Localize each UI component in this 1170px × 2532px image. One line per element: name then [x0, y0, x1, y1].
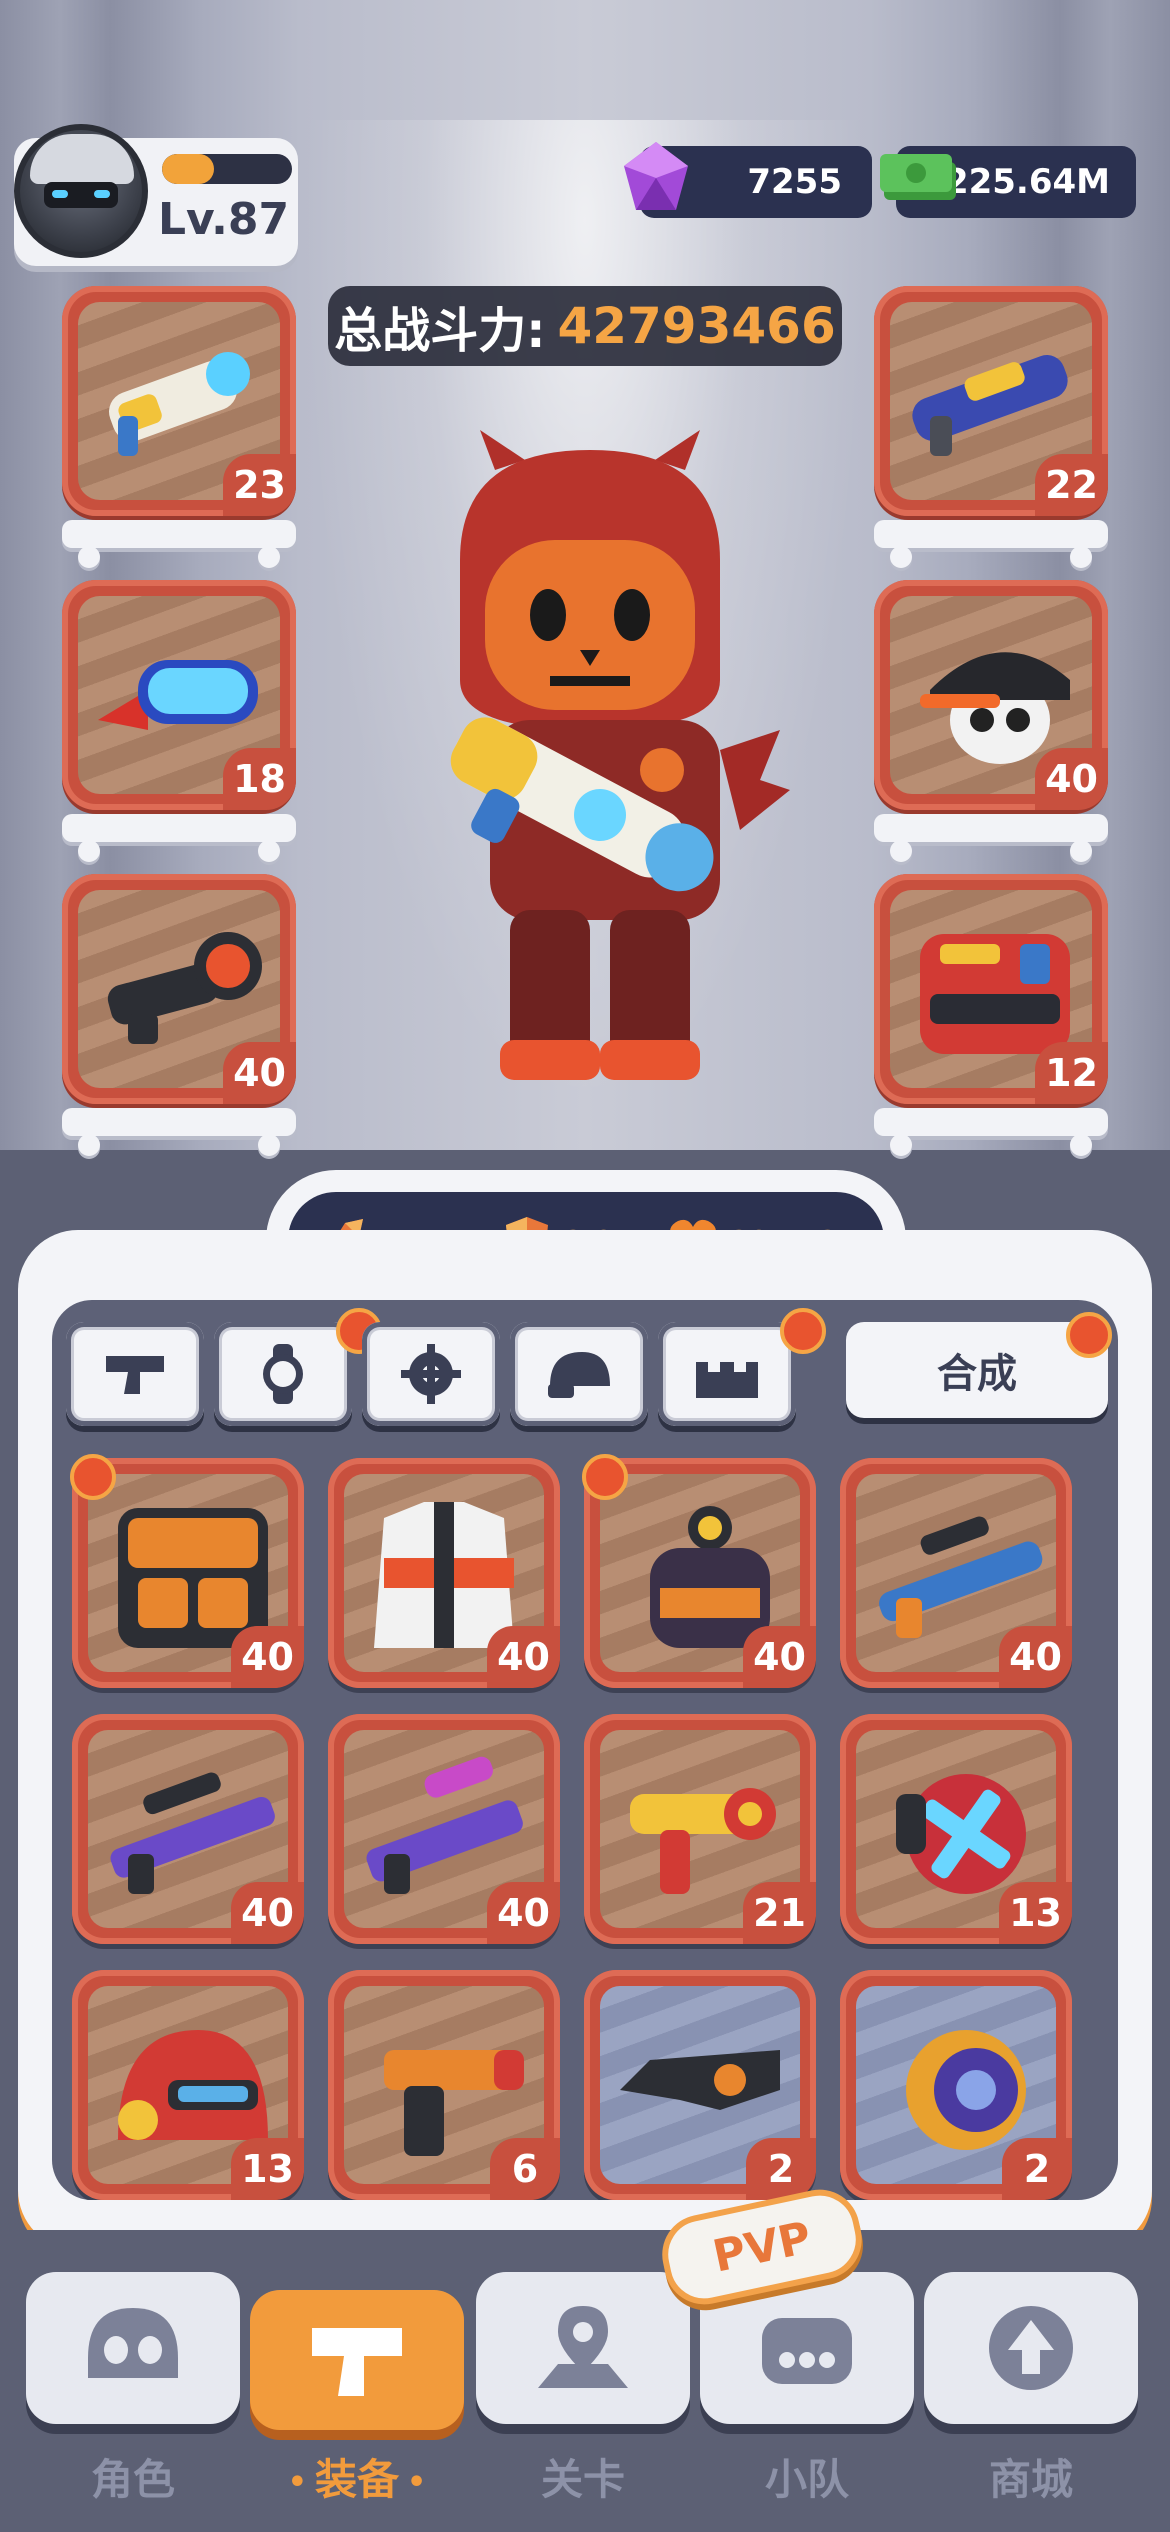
- equip-slot-launcher[interactable]: 22: [874, 286, 1108, 516]
- slot-level: 12: [1035, 1042, 1108, 1104]
- item-level: 40: [999, 1626, 1072, 1688]
- watch-icon: [263, 1344, 303, 1404]
- gem-icon: [624, 142, 688, 210]
- shelf: [62, 520, 296, 568]
- cash-counter[interactable]: 225.64M: [880, 146, 1136, 218]
- shop-icon: [989, 2306, 1073, 2390]
- tab-helmets[interactable]: [510, 1322, 648, 1426]
- item-level: 13: [999, 1882, 1072, 1944]
- notification-dot: [1066, 1312, 1112, 1358]
- character-model[interactable]: [400, 430, 800, 1090]
- map-pin-icon: [538, 2306, 628, 2388]
- item-level: 13: [231, 2138, 304, 2200]
- inventory-item[interactable]: 40: [72, 1714, 304, 1944]
- inventory-item[interactable]: 40: [328, 1714, 560, 1944]
- item-level: 6: [490, 2138, 560, 2200]
- tab-accessories[interactable]: [214, 1322, 352, 1426]
- equip-slot-helmet[interactable]: 12: [874, 874, 1108, 1104]
- gun-icon: [106, 1356, 164, 1394]
- xp-fill: [162, 154, 214, 184]
- inventory-inner: 合成 40 40 40 40 40 40 21 13 13 6 2 2: [52, 1300, 1118, 2200]
- player-card[interactable]: Lv.87: [14, 124, 298, 266]
- item-level: 40: [487, 1882, 560, 1944]
- avatar[interactable]: [14, 124, 148, 258]
- nav-equipment-label[interactable]: 装备: [250, 2446, 464, 2507]
- skull-icon: [88, 2308, 178, 2378]
- nav-shop-button[interactable]: [924, 2272, 1138, 2424]
- nav-stage-label[interactable]: 关卡: [476, 2446, 690, 2507]
- power-value: 42793466: [557, 297, 836, 355]
- total-power-banner: 总战斗力: 42793466: [328, 286, 842, 366]
- inventory-item[interactable]: 40: [840, 1458, 1072, 1688]
- nav-stage-button[interactable]: [476, 2272, 690, 2424]
- inventory-item[interactable]: 40: [328, 1458, 560, 1688]
- inventory-item[interactable]: 2: [840, 1970, 1072, 2200]
- equip-slot-hat[interactable]: 40: [874, 580, 1108, 810]
- player-level: Lv.87: [158, 194, 290, 245]
- item-level: 40: [231, 1626, 304, 1688]
- nav-role-button[interactable]: [26, 2272, 240, 2424]
- item-level: 40: [743, 1626, 816, 1688]
- helmet-icon: [548, 1352, 610, 1398]
- gun-icon: [312, 2328, 402, 2396]
- cash-amount: 225.64M: [944, 162, 1110, 202]
- inventory-item[interactable]: 21: [584, 1714, 816, 1944]
- castle-icon: [696, 1362, 758, 1398]
- squad-icon: [762, 2318, 852, 2384]
- item-level: 40: [487, 1626, 560, 1688]
- inventory-item[interactable]: 13: [840, 1714, 1072, 1944]
- power-label: 总战斗力:: [334, 303, 546, 359]
- slot-level: 40: [223, 1042, 296, 1104]
- slot-level: 40: [1035, 748, 1108, 810]
- cash-icon: [880, 154, 956, 200]
- equip-slot-weapon[interactable]: 23: [62, 286, 296, 516]
- inventory-item[interactable]: 13: [72, 1970, 304, 2200]
- shelf: [874, 1108, 1108, 1156]
- shelf: [874, 520, 1108, 568]
- gem-counter[interactable]: 7255: [624, 142, 872, 218]
- nav-role-label[interactable]: 角色: [26, 2446, 240, 2507]
- xp-bar: [162, 154, 292, 184]
- nav-squad-label[interactable]: 小队: [700, 2446, 914, 2507]
- tab-base[interactable]: [658, 1322, 796, 1426]
- notification-dot: [70, 1454, 116, 1500]
- nav-equipment-button[interactable]: [250, 2290, 464, 2430]
- inventory-item[interactable]: 2: [584, 1970, 816, 2200]
- notification-dot: [780, 1308, 826, 1354]
- inventory-panel: 合成 40 40 40 40 40 40 21 13 13 6 2 2: [18, 1230, 1152, 2250]
- gem-amount: 7255: [747, 162, 842, 202]
- nav-shop-label[interactable]: 商城: [924, 2446, 1138, 2507]
- equip-slot-scope[interactable]: 40: [62, 874, 296, 1104]
- notification-dot: [582, 1454, 628, 1500]
- item-level: 21: [743, 1882, 816, 1944]
- slot-level: 22: [1035, 454, 1108, 516]
- inventory-item[interactable]: 6: [328, 1970, 560, 2200]
- item-level: 40: [231, 1882, 304, 1944]
- shelf: [874, 814, 1108, 862]
- item-level: 2: [1002, 2138, 1072, 2200]
- shelf: [62, 1108, 296, 1156]
- tab-weapons[interactable]: [66, 1322, 204, 1426]
- gear-icon: [401, 1344, 461, 1404]
- tab-parts[interactable]: [362, 1322, 500, 1426]
- slot-level: 23: [223, 454, 296, 516]
- equip-slot-goggles[interactable]: 18: [62, 580, 296, 810]
- slot-level: 18: [223, 748, 296, 810]
- shelf: [62, 814, 296, 862]
